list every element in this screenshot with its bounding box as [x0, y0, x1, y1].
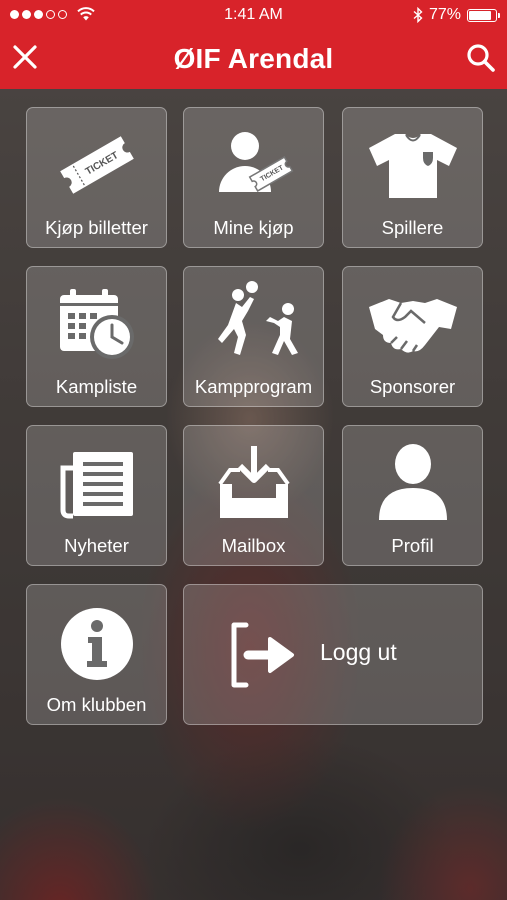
info-icon [60, 608, 133, 680]
handshake-icon [368, 299, 457, 353]
tile-om-klubben[interactable]: Om klubben [26, 584, 167, 725]
person-icon [378, 444, 447, 520]
tile-spillere[interactable]: Spillere [342, 107, 483, 248]
tile-label: Kjøp billetter [45, 217, 148, 238]
tile-kampliste[interactable]: Kampliste [26, 266, 167, 407]
tile-label: Spillere [381, 217, 444, 238]
tile-label: Kampprogram [194, 376, 313, 397]
newspaper-icon [60, 452, 133, 519]
ticket-icon: TICKET [59, 136, 134, 194]
battery-percent: 77% [428, 6, 461, 23]
tile-label: Kampliste [55, 376, 138, 397]
tile-logg-ut[interactable]: Logg ut [183, 584, 483, 725]
players-icon [217, 281, 298, 355]
tile-kjop-billetter[interactable]: TICKET Kjøp billetter [26, 107, 167, 248]
search-button[interactable] [465, 42, 497, 74]
status-bar: 1:41 AM 77% [0, 0, 507, 30]
tile-profil[interactable]: Profil [342, 425, 483, 566]
calendar-clock-icon [59, 289, 134, 359]
tile-label: Logg ut [320, 639, 397, 665]
jersey-icon [368, 134, 457, 198]
bluetooth-icon [413, 7, 423, 23]
tile-mine-kjop[interactable]: TICKET Mine kjøp [183, 107, 324, 248]
logout-icon [231, 622, 294, 688]
battery-icon [467, 8, 500, 22]
nav-bar: ØIF Arendal [0, 30, 507, 89]
tile-label: Om klubben [46, 694, 147, 715]
tile-nyheter[interactable]: Nyheter [26, 425, 167, 566]
page-title: ØIF Arendal [173, 43, 334, 74]
search-icon [467, 44, 495, 72]
tile-label: Nyheter [64, 535, 129, 556]
tile-mailbox[interactable]: Mailbox [183, 425, 324, 566]
tile-label: Mailbox [221, 535, 286, 556]
user-ticket-icon: TICKET [218, 132, 293, 192]
tile-label: Sponsorer [369, 376, 456, 397]
tile-sponsorer[interactable]: Sponsorer [342, 266, 483, 407]
tile-label: Profil [391, 535, 434, 556]
tile-label: Mine kjøp [213, 217, 294, 238]
inbox-download-icon [217, 446, 290, 518]
tile-kampprogram[interactable]: Kampprogram [183, 266, 324, 407]
